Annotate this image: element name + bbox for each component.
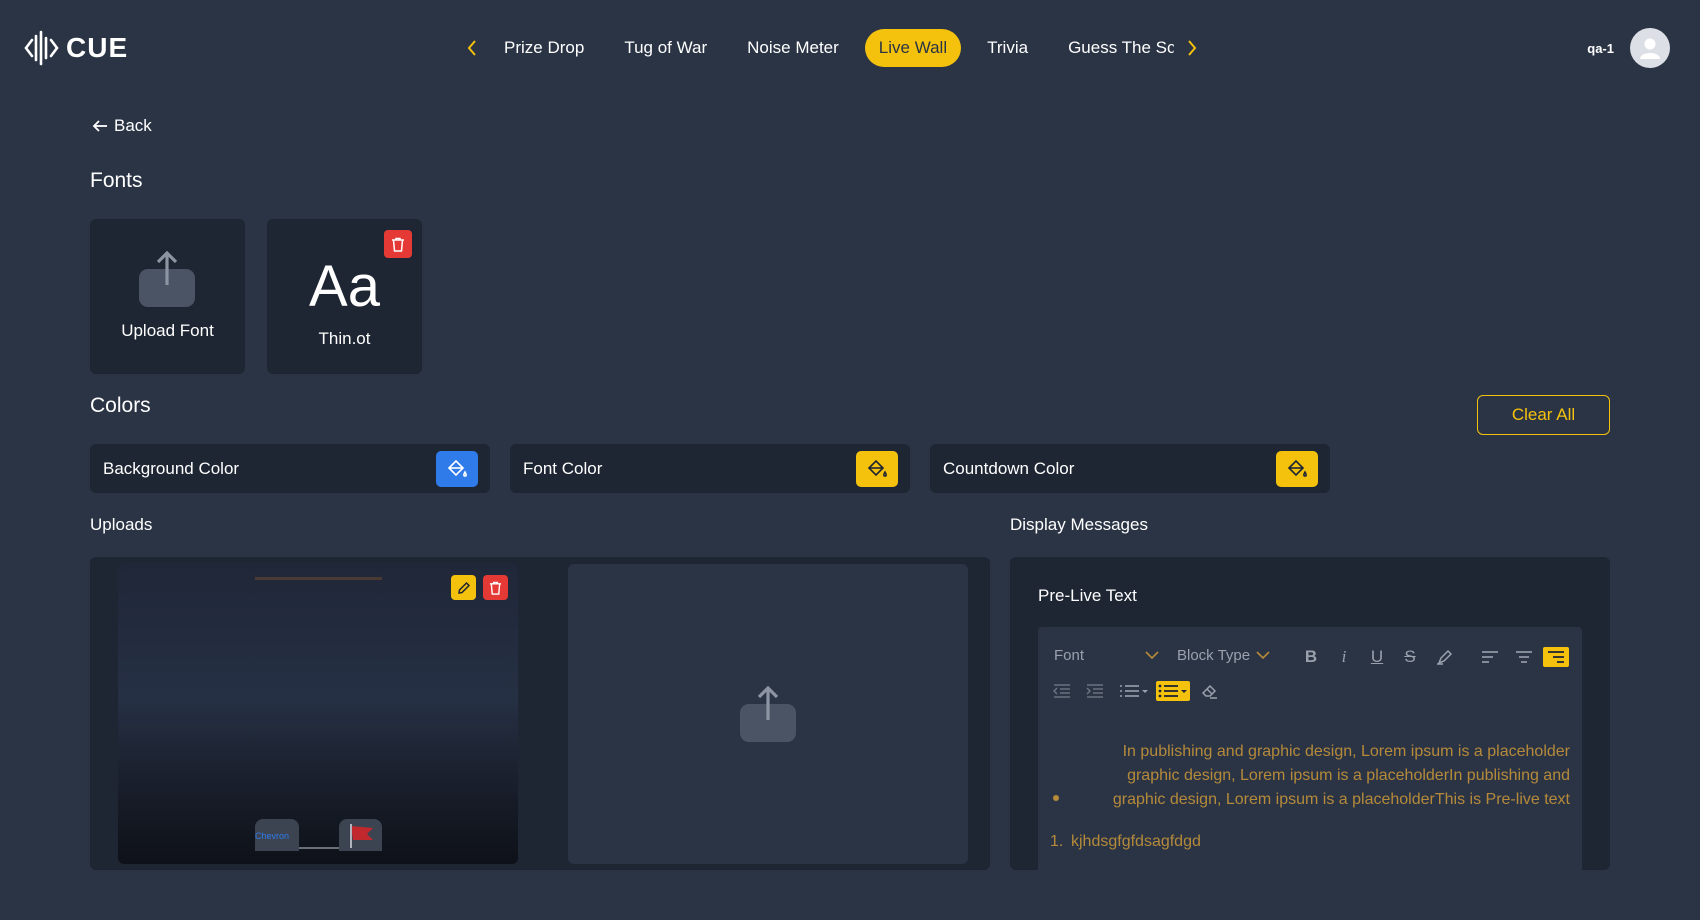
paint-bucket-icon (447, 459, 467, 477)
nav-next-icon[interactable] (1180, 29, 1204, 67)
cue-logo-icon (24, 30, 59, 66)
delete-font-button[interactable] (384, 230, 412, 258)
font-color-row: Font Color (510, 444, 910, 493)
block-type-label: Block Type (1177, 647, 1251, 664)
tab-live-wall[interactable]: Live Wall (864, 29, 962, 67)
highlighter-icon[interactable] (1430, 645, 1460, 669)
paint-bucket-icon (867, 459, 887, 477)
paint-bucket-icon (1287, 459, 1307, 477)
ordered-item-text: kjhdsgfgfdsagfdgd (1071, 833, 1201, 850)
tab-prize-drop[interactable]: Prize Drop (490, 29, 598, 67)
editor-paragraph: In publishing and graphic design, Lorem … (1112, 743, 1570, 808)
delete-upload-button[interactable] (483, 575, 508, 600)
chevron-thumb: Chevron (255, 819, 299, 851)
countdown-color-picker[interactable] (1276, 450, 1318, 487)
unordered-list-icon[interactable] (1156, 681, 1190, 701)
eraser-icon[interactable] (1195, 679, 1225, 703)
user-icon (1640, 38, 1660, 59)
indent-decrease-icon[interactable] (1047, 679, 1077, 703)
font-color-label: Font Color (523, 458, 603, 478)
flag-logo-icon (350, 824, 373, 848)
team-logo-thumb (339, 819, 382, 851)
avatar[interactable] (1630, 28, 1670, 68)
background-color-row: Background Color (90, 444, 490, 493)
font-preview: Aa (309, 254, 380, 319)
clear-all-button[interactable]: Clear All (1477, 395, 1610, 435)
align-center-icon[interactable] (1509, 645, 1539, 669)
upload-icon (139, 250, 195, 307)
logo-text: CUE (66, 32, 129, 63)
arrow-left-icon (92, 120, 107, 132)
tab-noise-meter[interactable]: Noise Meter (733, 29, 853, 67)
uploads-title: Uploads (90, 515, 153, 534)
edit-upload-button[interactable] (451, 575, 476, 600)
bullet-marker (1053, 795, 1059, 801)
prelive-rich-text-editor[interactable]: Font Block Type B i U S In publishing an… (1038, 627, 1582, 870)
indent-increase-icon[interactable] (1080, 679, 1110, 703)
preview-bar (255, 577, 382, 580)
colors-title: Colors (90, 394, 151, 417)
underline-icon[interactable]: U (1362, 645, 1392, 669)
font-file-name: Thin.ot (318, 329, 371, 348)
font-color-picker[interactable] (856, 450, 898, 487)
background-color-label: Background Color (103, 458, 240, 478)
upload-media-slot[interactable] (568, 564, 968, 864)
align-left-icon[interactable] (1475, 645, 1505, 669)
nav-prev-icon[interactable] (460, 29, 484, 67)
user-menu[interactable]: qa-1 (1587, 28, 1670, 68)
game-nav: Prize Drop Tug of War Noise Meter Live W… (460, 29, 1204, 67)
countdown-color-label: Countdown Color (943, 458, 1075, 478)
tab-trivia[interactable]: Trivia (973, 29, 1042, 67)
ordered-list-icon[interactable] (1117, 679, 1151, 703)
trash-icon (489, 581, 502, 595)
upload-font-card[interactable]: Upload Font (90, 219, 245, 374)
pencil-icon (457, 581, 470, 594)
strikethrough-icon[interactable]: S (1395, 645, 1425, 669)
cue-logo[interactable]: CUE (24, 30, 128, 66)
align-right-icon[interactable] (1543, 647, 1569, 667)
countdown-color-row: Countdown Color (930, 444, 1330, 493)
block-type-select[interactable]: Block Type (1177, 647, 1270, 664)
font-select-label: Font (1054, 647, 1085, 664)
back-label: Back (114, 116, 152, 135)
chevron-down-icon (1145, 651, 1159, 660)
uploaded-media-preview[interactable]: Chevron (118, 563, 518, 864)
prelive-title: Pre-Live Text (1038, 586, 1137, 605)
user-name: qa-1 (1587, 40, 1614, 56)
italic-icon[interactable]: i (1329, 645, 1359, 669)
trash-icon (392, 237, 404, 252)
chevron-down-icon (1256, 651, 1270, 660)
background-color-picker[interactable] (436, 450, 478, 487)
font-card[interactable]: Aa Thin.ot (267, 219, 422, 374)
tab-tug-of-war[interactable]: Tug of War (610, 29, 721, 67)
preview-divider (299, 847, 339, 849)
fonts-title: Fonts (90, 169, 143, 192)
tab-guess-the-score[interactable]: Guess The Sc (1054, 29, 1174, 67)
upload-font-label: Upload Font (121, 321, 214, 340)
display-messages-title: Display Messages (1010, 515, 1148, 534)
upload-icon (740, 685, 796, 742)
font-select[interactable]: Font (1054, 647, 1159, 664)
back-link[interactable]: Back (92, 116, 152, 136)
ordered-item-marker: 1. (1050, 833, 1064, 850)
bold-icon[interactable]: B (1296, 645, 1326, 669)
